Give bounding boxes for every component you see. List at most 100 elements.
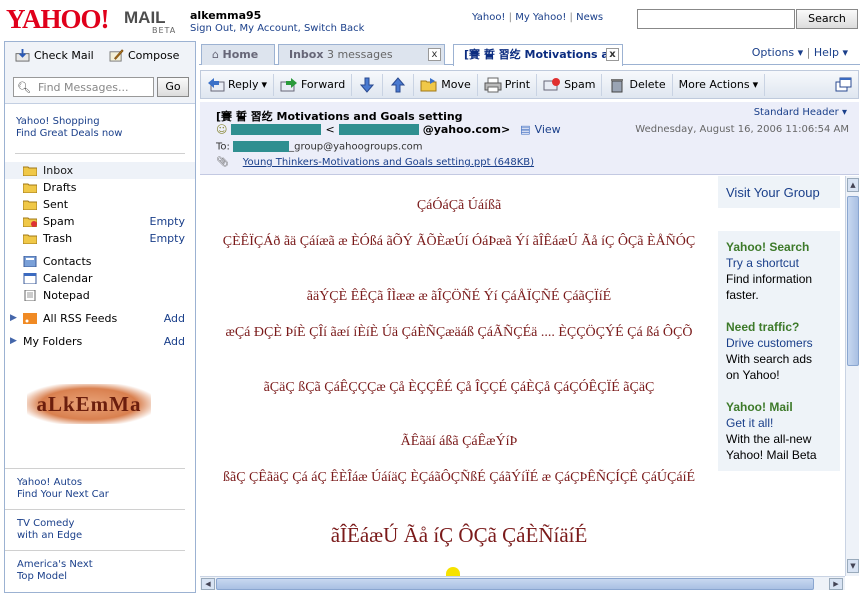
check-mail-label: Check Mail [34, 49, 94, 62]
my-account-link[interactable]: My Account [239, 23, 297, 34]
move-button[interactable]: Move [414, 73, 478, 96]
compose-button[interactable]: Compose [109, 49, 179, 62]
previous-message-button[interactable] [383, 73, 415, 96]
folder-label: Inbox [43, 164, 74, 177]
empty-trash-link[interactable]: Empty [150, 230, 185, 247]
shopping-promo[interactable]: Yahoo! Shopping Find Great Deals now [5, 104, 195, 140]
trash-can-icon [611, 78, 624, 92]
contacts-link[interactable]: Contacts [5, 253, 195, 270]
tab-label: [賽 誓 習纥 Motivations a [464, 48, 609, 61]
group-ads: Visit Your Group Yahoo! Search Try a sho… [718, 176, 840, 471]
move-label: Move [441, 78, 471, 91]
from-domain: @yahoo.com> [422, 123, 511, 136]
view-link[interactable]: View [535, 123, 561, 136]
ad-link[interactable]: Try a shortcut [726, 255, 832, 271]
scroll-down-arrow[interactable]: ▼ [847, 559, 859, 573]
redacted-group [233, 141, 290, 152]
visit-your-group-link[interactable]: Visit Your Group [718, 176, 840, 208]
ad-link[interactable]: Get it all! [726, 415, 832, 431]
web-search-input[interactable] [637, 9, 795, 29]
tv-comedy-promo[interactable]: TV Comedy with an Edge [5, 510, 185, 551]
spam-button[interactable]: Spam [537, 73, 603, 96]
standard-header-menu[interactable]: Standard Header ▾ [754, 107, 847, 118]
contacts-label: Contacts [43, 255, 92, 268]
ad-text: Find information [726, 272, 813, 286]
empty-spam-link[interactable]: Empty [150, 213, 185, 230]
next-message-button[interactable] [352, 73, 384, 96]
my-folders[interactable]: ▶ My Folders Add [5, 333, 195, 350]
ad-heading: Yahoo! Search [726, 240, 810, 254]
scroll-thumb[interactable] [847, 196, 859, 366]
message-header: [賽 誓 習纥 Motivations and Goals setting St… [200, 102, 859, 175]
scroll-right-arrow[interactable]: ▶ [829, 578, 843, 590]
scroll-left-arrow[interactable]: ◀ [201, 578, 215, 590]
ad-text: With the all-new [726, 432, 812, 446]
open-in-window-button[interactable] [828, 74, 858, 96]
top-model-promo[interactable]: America's Next Top Model [5, 551, 185, 591]
spam-label: Spam [564, 78, 596, 91]
news-link[interactable]: News [576, 12, 603, 23]
scroll-thumb[interactable] [216, 578, 814, 590]
body-line: ãÎÊáæÚ Ãå íÇ ÔÇã ÇáÈÑíäíÉ [330, 523, 588, 547]
find-messages-input[interactable]: Find Messages... [13, 77, 154, 97]
chevron-down-icon: ▾ [794, 46, 804, 59]
chevron-down-icon: ▾ [838, 107, 847, 118]
arrow-down-icon [360, 77, 375, 93]
forward-button[interactable]: Forward [274, 73, 353, 96]
notepad-icon [24, 290, 36, 301]
forward-icon [280, 77, 297, 91]
ad-text: Yahoo! Mail Beta [726, 448, 817, 462]
ad-link[interactable]: Drive customers [726, 335, 832, 351]
folder-label: Sent [43, 198, 69, 211]
top-header: YAHOO! MAIL BETA alkemma95 Sign Out, My … [0, 0, 864, 40]
notepad-label: Notepad [43, 289, 90, 302]
folder-drafts[interactable]: Drafts [5, 179, 195, 196]
rss-feeds-folder[interactable]: ▶ All RSS Feeds Add [5, 310, 195, 327]
add-folder-link[interactable]: Add [164, 333, 185, 350]
more-actions-label: More Actions [678, 78, 750, 91]
delete-button[interactable]: Delete [602, 73, 673, 96]
my-yahoo-link[interactable]: My Yahoo! [515, 12, 566, 23]
promo-line: Yahoo! Autos [17, 477, 83, 488]
calendar-link[interactable]: Calendar [5, 270, 195, 287]
switch-back-link[interactable]: Switch Back [304, 23, 365, 34]
emoticon-icon [446, 567, 460, 576]
sidebar-actions: Check Mail Compose Find Messages... 🔍︎ G… [5, 42, 195, 104]
attachment-line: 📎︎ Young Thinkers-Motivations and Goals s… [216, 157, 534, 168]
help-menu[interactable]: Help [814, 46, 839, 59]
autos-promo[interactable]: Yahoo! Autos Find Your Next Car [5, 469, 185, 510]
tab-home[interactable]: ⌂ Home [201, 44, 275, 65]
search-button[interactable]: Search [796, 9, 858, 29]
reply-button[interactable]: Reply ▾ [201, 73, 274, 96]
go-button[interactable]: Go [157, 77, 189, 97]
folder-spam[interactable]: Spam Empty [5, 213, 195, 230]
user-links: Sign Out, My Account, Switch Back [190, 23, 365, 34]
sign-out-link[interactable]: Sign Out [190, 23, 233, 34]
notepad-link[interactable]: Notepad [5, 287, 195, 304]
yahoo-logo[interactable]: YAHOO! [6, 4, 110, 35]
options-menu[interactable]: Options [752, 46, 794, 59]
attachment-link[interactable]: Young Thinkers-Motivations and Goals set… [243, 157, 534, 168]
check-mail-button[interactable]: Check Mail [15, 49, 94, 62]
chevron-down-icon: ▾ [752, 78, 759, 91]
to-label: To: [216, 141, 230, 153]
redacted-name [231, 124, 322, 135]
scroll-up-arrow[interactable]: ▲ [847, 178, 859, 192]
options-help: Options ▾ | Help ▾ [751, 46, 848, 59]
more-actions-button[interactable]: More Actions ▾ [673, 73, 766, 96]
tab-message[interactable]: [賽 誓 習纥 Motivations a x [453, 44, 623, 66]
folder-inbox[interactable]: Inbox [5, 162, 195, 179]
yahoo-link[interactable]: Yahoo! [472, 12, 505, 23]
vertical-scrollbar[interactable]: ▲ ▼ [845, 176, 859, 576]
folder-sent[interactable]: Sent [5, 196, 195, 213]
print-button[interactable]: Print [478, 73, 538, 96]
add-rss-link[interactable]: Add [164, 310, 185, 327]
close-icon[interactable]: x [428, 48, 441, 61]
folder-trash[interactable]: Trash Empty [5, 230, 195, 247]
close-icon[interactable]: x [606, 48, 619, 61]
horizontal-scrollbar[interactable]: ◀ ▶ [200, 576, 845, 590]
tab-inbox[interactable]: Inbox 3 messages x [278, 44, 445, 65]
ad-box: Yahoo! Search Try a shortcut Find inform… [718, 231, 840, 471]
expand-icon[interactable]: ▶ [10, 310, 17, 327]
expand-icon[interactable]: ▶ [10, 333, 17, 350]
